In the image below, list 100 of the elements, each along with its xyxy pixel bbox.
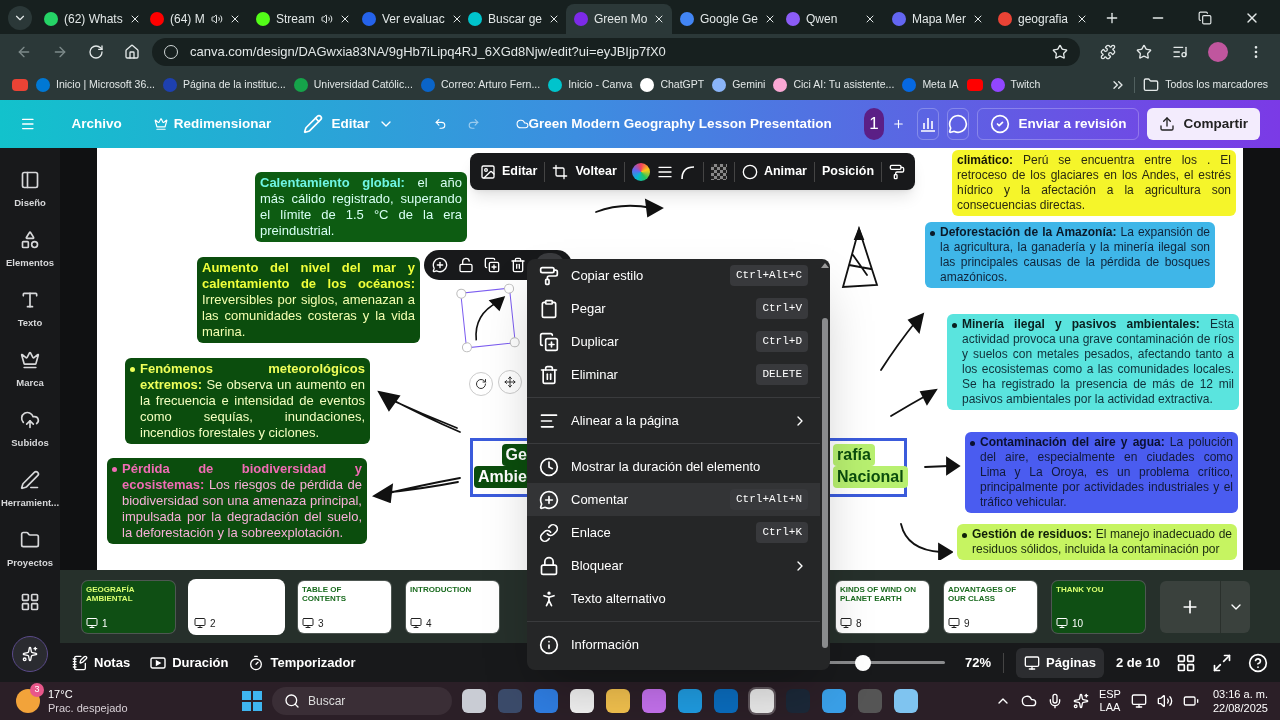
sidebar-item[interactable]: Marca (0, 344, 60, 396)
menu-item[interactable]: Bloquear (527, 549, 820, 582)
bookmark-item[interactable]: Cici AI: Tu asistente... (773, 77, 895, 93)
mail-icon[interactable] (12, 79, 28, 91)
duplicate-icon[interactable] (484, 257, 500, 273)
edit-image-button[interactable]: Editar (480, 162, 538, 181)
collaborator-avatar[interactable]: 1 (863, 108, 885, 140)
sparkle-icon[interactable] (1072, 693, 1089, 709)
menu-item[interactable]: Duplicar Ctrl+D (527, 325, 820, 358)
browser-tab[interactable]: (64) M (142, 4, 248, 34)
bookmark-item[interactable]: Correo: Arturo Fern... (420, 77, 541, 93)
flip-button[interactable]: Voltear (575, 162, 617, 181)
extensions-icon[interactable] (1100, 44, 1116, 60)
all-bookmarks-folder[interactable]: Todos los marcadores (1134, 77, 1268, 93)
notes-button[interactable]: Notas (72, 652, 131, 673)
bookmark-item[interactable]: Inicio - Canva (548, 77, 633, 93)
language-indicator[interactable]: ESP LAA (1098, 688, 1121, 714)
duration-button[interactable]: Duración (150, 652, 229, 673)
home-icon[interactable] (124, 44, 140, 60)
volume-icon[interactable] (1156, 693, 1173, 709)
apps-icon[interactable] (20, 592, 40, 612)
delete-icon[interactable] (510, 257, 526, 273)
help-icon[interactable] (1248, 652, 1268, 673)
bookmark-item[interactable]: Twitch (990, 77, 1041, 93)
position-button[interactable]: Posición (821, 162, 875, 181)
sidebar-item[interactable]: Proyectos (0, 524, 60, 576)
sidebar-item[interactable]: Elementos (0, 224, 60, 276)
review-button[interactable]: Enviar a revisión (977, 108, 1140, 140)
play-icon[interactable] (966, 79, 983, 91)
bookmark-item[interactable]: Inicio | Microsoft 36... (36, 77, 155, 93)
sidebar-item[interactable]: Texto (0, 284, 60, 336)
bookmark-star-icon[interactable] (1052, 44, 1068, 60)
bookmark-item[interactable]: Gemini (712, 77, 766, 93)
restore-icon[interactable] (1198, 11, 1212, 25)
network-icon[interactable] (1130, 693, 1147, 709)
sidebar-item[interactable]: Subidos (0, 404, 60, 456)
corner-curve-icon[interactable] (679, 163, 696, 180)
slide-thumbnail[interactable]: 2 (190, 580, 283, 633)
menu-item[interactable]: Enlace Ctrl+K (527, 516, 820, 549)
menu-item[interactable]: Comentar Ctrl+Alt+N (527, 483, 820, 516)
browser-tab[interactable]: Qwen (778, 4, 884, 34)
forward-icon[interactable] (52, 44, 68, 60)
bookmark-item[interactable]: Universidad Católic... (293, 77, 413, 93)
close-icon[interactable] (1076, 13, 1088, 25)
browser-tab[interactable]: Google Ge (672, 4, 778, 34)
slide-thumbnail[interactable]: INTRODUCTION 4 (406, 580, 499, 633)
menu-item[interactable]: Eliminar DELETE (527, 358, 820, 391)
menu-item[interactable]: Información (527, 628, 820, 661)
back-icon[interactable] (16, 44, 32, 60)
clock[interactable]: 03:16 a. m. 22/08/2025 (1212, 687, 1268, 715)
taskbar-search-field[interactable]: Buscar (272, 687, 452, 715)
new-tab-icon[interactable] (1104, 10, 1120, 26)
comment-icon[interactable] (432, 257, 448, 273)
share-button[interactable]: Compartir (1147, 108, 1260, 140)
timer-button[interactable]: Temporizador (248, 652, 356, 673)
bookmark-item[interactable]: Página de la instituc... (163, 77, 286, 93)
browser-tab[interactable]: Green Mo (566, 4, 672, 34)
bookmarks-icon[interactable] (1136, 44, 1152, 60)
menu-item[interactable]: Copiar estilo Ctrl+Alt+C (527, 259, 820, 292)
address-bar[interactable]: canva.com/design/DAGwxia83NA/9gHb7iLipq4RJ_6XGd8Njw/edit?ui=eyJBIjp7fX0 (152, 38, 1080, 66)
slide-thumbnail[interactable]: KINDS OF WIND ON PLANET EARTH 8 (836, 580, 929, 633)
animate-button[interactable]: Animar (741, 162, 807, 181)
slide-thumbnail[interactable]: TABLE OF CONTENTS 3 (298, 580, 391, 633)
slider-thumb[interactable] (855, 654, 872, 671)
app-icon[interactable] (570, 689, 594, 713)
cloud-icon[interactable] (1020, 693, 1037, 709)
resize-handle[interactable] (503, 283, 515, 295)
transparency-icon[interactable] (710, 163, 727, 180)
comments-button[interactable] (947, 108, 970, 140)
bookmark-item[interactable]: Meta IA (902, 77, 959, 93)
reload-icon[interactable] (88, 44, 104, 60)
browser-tab[interactable]: geografia (990, 4, 1096, 34)
fullscreen-icon[interactable] (1212, 652, 1232, 673)
paint-roller-icon[interactable] (889, 163, 906, 180)
profile-avatar[interactable] (1208, 42, 1228, 62)
app-icon[interactable] (750, 689, 774, 713)
browser-tab[interactable]: Ver evaluac (354, 4, 460, 34)
browser-tab[interactable]: (62) Whats (36, 4, 142, 34)
menu-item[interactable]: Pegar Ctrl+V (527, 292, 820, 325)
sidebar-item[interactable]: Diseño (0, 164, 60, 216)
grid-view-icon[interactable] (1176, 652, 1196, 673)
app-icon[interactable] (894, 689, 918, 713)
browser-tab[interactable]: Stream (248, 4, 354, 34)
insights-button[interactable] (917, 108, 940, 140)
start-icon[interactable] (242, 691, 262, 711)
browser-tab[interactable]: Mapa Mer (884, 4, 990, 34)
app-icon[interactable] (462, 689, 486, 713)
battery-icon[interactable] (1182, 693, 1199, 709)
slide-thumbnail[interactable]: GEOGRAFÍA AMBIENTAL 1 (82, 580, 175, 633)
resize-handle[interactable] (455, 288, 467, 300)
menu-item[interactable]: Alinear a la página (527, 404, 820, 437)
bookmark-item[interactable]: ChatGPT (640, 77, 705, 93)
resize-handle[interactable] (509, 336, 521, 348)
slide-thumbnail[interactable]: ADVANTAGES OF OUR CLASS 9 (944, 580, 1037, 633)
tab-list-button[interactable] (8, 6, 32, 30)
media-icon[interactable] (1172, 44, 1188, 60)
slide-thumbnail[interactable]: THANK YOU 10 (1052, 580, 1145, 633)
magic-button[interactable] (12, 636, 48, 672)
pages-button[interactable]: Páginas (1016, 647, 1104, 678)
crop-icon[interactable] (552, 163, 569, 180)
